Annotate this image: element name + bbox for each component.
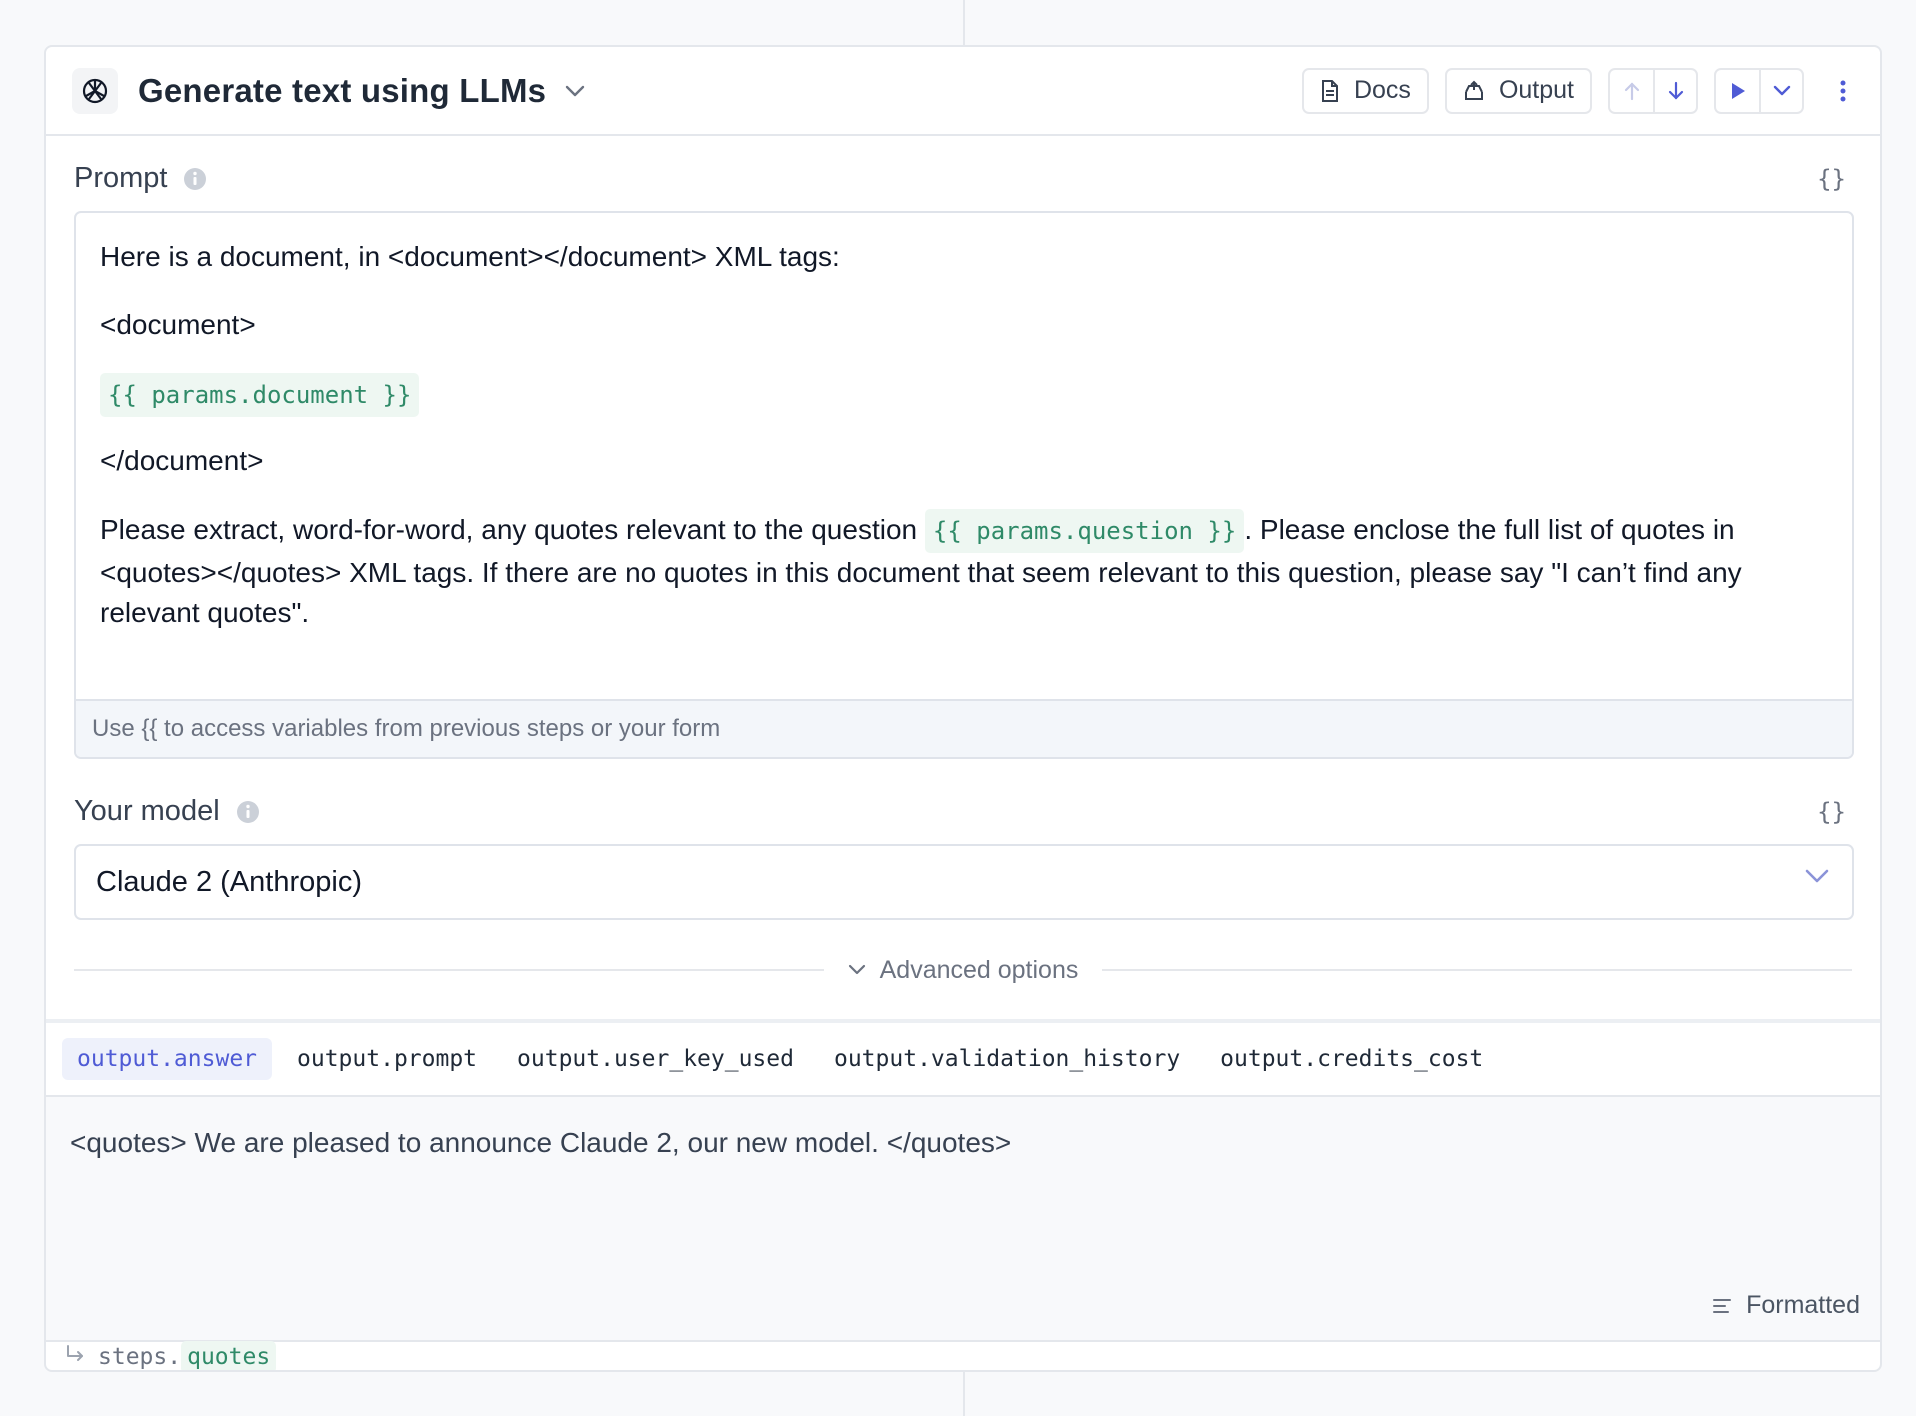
step-output-reference: steps. quotes — [46, 1341, 1880, 1370]
chevron-down-icon — [1804, 868, 1830, 884]
step-body: Prompt {} Here is a document, in <docume… — [46, 162, 1880, 990]
output-value: <quotes> We are pleased to announce Clau… — [70, 1127, 1012, 1158]
output-button[interactable]: Output — [1444, 67, 1592, 114]
model-label-row: Your model {} — [74, 795, 1852, 828]
formatted-toggle[interactable]: Formatted — [1712, 1291, 1860, 1320]
model-selected-value: Claude 2 (Anthropic) — [96, 865, 362, 898]
tab-output-validation-history[interactable]: output.validation_history — [819, 1038, 1195, 1080]
run-step-button[interactable] — [1716, 70, 1759, 112]
model-label: Your model — [74, 795, 220, 827]
divider-line — [1102, 969, 1852, 971]
move-buttons — [1608, 67, 1698, 114]
chevron-down-icon[interactable] — [564, 84, 586, 98]
prompt-line: <document> — [100, 309, 256, 340]
docs-label: Docs — [1353, 76, 1411, 104]
info-icon[interactable] — [183, 167, 207, 191]
advanced-options-label: Advanced options — [879, 955, 1079, 984]
run-buttons — [1714, 67, 1804, 114]
prompt-hint: Use {{ to access variables from previous… — [76, 699, 1852, 757]
flow-connector-top — [963, 0, 965, 45]
model-variables-toggle[interactable]: {} — [1817, 798, 1846, 826]
advanced-options-toggle[interactable]: Advanced options — [825, 955, 1101, 985]
model-select[interactable]: Claude 2 (Anthropic) — [74, 844, 1854, 920]
step-header: Generate text using LLMs Docs Output — [46, 47, 1880, 136]
output-panel: <quotes> We are pleased to announce Clau… — [46, 1097, 1880, 1342]
prompt-text: Please extract, word-for-word, any quote… — [100, 514, 925, 545]
text-align-icon — [1712, 1298, 1732, 1314]
move-up-button[interactable] — [1610, 70, 1653, 112]
return-arrow-icon — [64, 1344, 86, 1370]
prompt-label-row: Prompt {} — [74, 162, 1852, 195]
flow-connector-bottom — [963, 1372, 965, 1416]
output-tabs: output.answer output.prompt output.user_… — [46, 1019, 1880, 1097]
prompt-line: Here is a document, in <document></docum… — [100, 241, 840, 272]
tab-output-prompt[interactable]: output.prompt — [282, 1038, 492, 1080]
variable-chip-question[interactable]: {{ params.question }} — [924, 509, 1245, 553]
more-options-icon[interactable] — [1828, 68, 1858, 114]
formatted-label: Formatted — [1746, 1291, 1860, 1319]
move-down-button[interactable] — [1653, 69, 1696, 112]
header-actions: Docs Output — [1301, 67, 1858, 114]
prompt-line: </document> — [100, 445, 264, 476]
run-options-button[interactable] — [1759, 69, 1802, 112]
prompt-paragraph: Please extract, word-for-word, any quote… — [100, 509, 1828, 633]
prompt-content[interactable]: Here is a document, in <document></docum… — [76, 213, 1852, 633]
divider-line — [74, 969, 824, 971]
prompt-variables-toggle[interactable]: {} — [1817, 165, 1846, 193]
llm-step-card: Generate text using LLMs Docs Output Pro… — [44, 45, 1882, 1372]
steps-prefix: steps. — [98, 1344, 182, 1370]
export-tray-icon — [1463, 80, 1485, 102]
step-title: Generate text using LLMs — [138, 71, 547, 109]
prompt-line: {{ params.document }} — [100, 373, 1828, 417]
document-icon — [1320, 79, 1340, 103]
output-label: Output — [1498, 76, 1574, 104]
step-key-name[interactable]: quotes — [181, 1341, 277, 1370]
prompt-editor[interactable]: Here is a document, in <document></docum… — [74, 211, 1854, 759]
chevron-down-icon — [848, 964, 866, 976]
openai-logo-icon — [72, 67, 118, 114]
info-icon[interactable] — [236, 800, 260, 824]
tab-output-credits-cost[interactable]: output.credits_cost — [1205, 1038, 1498, 1080]
variable-chip-document[interactable]: {{ params.document }} — [100, 373, 420, 417]
tab-output-answer[interactable]: output.answer — [62, 1038, 273, 1080]
advanced-options-divider: Advanced options — [74, 950, 1852, 990]
docs-button[interactable]: Docs — [1301, 67, 1429, 114]
prompt-label: Prompt — [74, 162, 168, 194]
tab-output-user-key-used[interactable]: output.user_key_used — [502, 1038, 809, 1080]
